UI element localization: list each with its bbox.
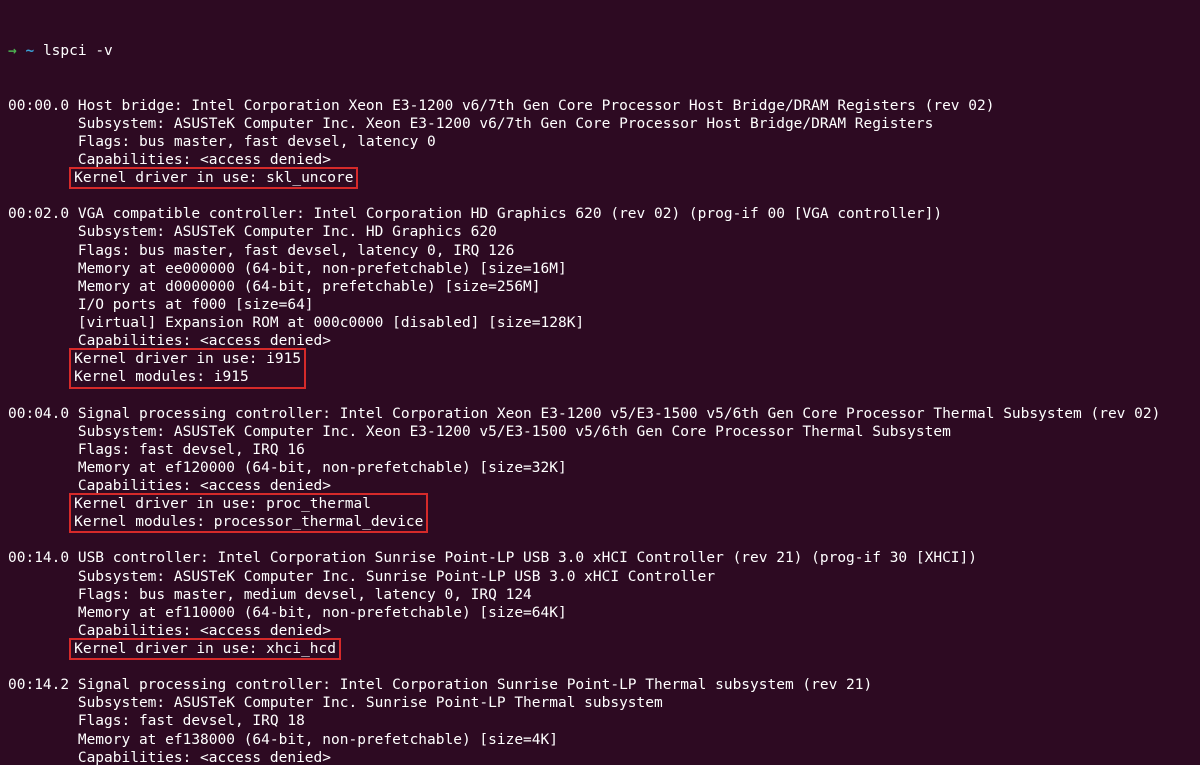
device-detail-line: Subsystem: ASUSTeK Computer Inc. HD Grap… — [8, 223, 1192, 241]
device-header: 00:02.0 VGA compatible controller: Intel… — [8, 205, 1192, 223]
highlight-line: Kernel driver in use: i915 — [74, 351, 301, 367]
blank-line — [8, 387, 1192, 405]
device-detail-line: Capabilities: <access denied> — [8, 749, 1192, 765]
device-detail-line: I/O ports at f000 [size=64] — [8, 296, 1192, 314]
blank-line — [8, 187, 1192, 205]
prompt-line[interactable]: → ~ lspci -v — [8, 42, 1192, 60]
command-text: lspci -v — [43, 43, 113, 59]
device-detail-line: [virtual] Expansion ROM at 000c0000 [dis… — [8, 314, 1192, 332]
highlight-line: Kernel driver in use: proc_thermal — [74, 496, 423, 512]
kernel-driver-highlight: Kernel driver in use: xhci_hcd — [69, 638, 341, 660]
lspci-output: 00:00.0 Host bridge: Intel Corporation X… — [8, 97, 1192, 765]
terminal-output: → ~ lspci -v 00:00.0 Host bridge: Intel … — [0, 0, 1200, 765]
device-detail-line: Memory at ee000000 (64-bit, non-prefetch… — [8, 260, 1192, 278]
device-detail-line: Flags: bus master, fast devsel, latency … — [8, 133, 1192, 151]
device-detail-line: Subsystem: ASUSTeK Computer Inc. Xeon E3… — [8, 423, 1192, 441]
highlight-wrapper: Kernel driver in use: xhci_hcd — [8, 640, 1192, 658]
kernel-driver-highlight: Kernel driver in use: proc_thermal Kerne… — [69, 493, 428, 533]
highlight-wrapper: Kernel driver in use: i915 Kernel modules… — [8, 350, 1192, 386]
device-detail-line: Flags: fast devsel, IRQ 16 — [8, 441, 1192, 459]
blank-line — [8, 658, 1192, 676]
kernel-driver-highlight: Kernel driver in use: i915 Kernel modules… — [69, 348, 306, 388]
device-detail-line: Flags: bus master, fast devsel, latency … — [8, 242, 1192, 260]
device-detail-line: Memory at ef110000 (64-bit, non-prefetch… — [8, 604, 1192, 622]
highlight-line: Kernel driver in use: xhci_hcd — [74, 641, 336, 657]
device-detail-line: Memory at d0000000 (64-bit, prefetchable… — [8, 278, 1192, 296]
highlight-line: Kernel modules: processor_thermal_device — [74, 514, 423, 530]
device-detail-line: Memory at ef120000 (64-bit, non-prefetch… — [8, 459, 1192, 477]
device-detail-line: Flags: bus master, medium devsel, latenc… — [8, 586, 1192, 604]
device-detail-line: Subsystem: ASUSTeK Computer Inc. Sunrise… — [8, 568, 1192, 586]
device-header: 00:14.0 USB controller: Intel Corporatio… — [8, 549, 1192, 567]
device-header: 00:04.0 Signal processing controller: In… — [8, 405, 1192, 423]
highlight-line: Kernel modules: i915 — [74, 369, 301, 385]
device-detail-line: Subsystem: ASUSTeK Computer Inc. Sunrise… — [8, 694, 1192, 712]
highlight-wrapper: Kernel driver in use: skl_uncore — [8, 169, 1192, 187]
kernel-driver-highlight: Kernel driver in use: skl_uncore — [69, 167, 358, 189]
device-detail-line: Memory at ef138000 (64-bit, non-prefetch… — [8, 731, 1192, 749]
device-header: 00:14.2 Signal processing controller: In… — [8, 676, 1192, 694]
prompt-path: ~ — [17, 43, 43, 59]
device-detail-line: Flags: fast devsel, IRQ 18 — [8, 712, 1192, 730]
highlight-line: Kernel driver in use: skl_uncore — [74, 170, 353, 186]
device-header: 00:00.0 Host bridge: Intel Corporation X… — [8, 97, 1192, 115]
highlight-wrapper: Kernel driver in use: proc_thermal Kerne… — [8, 495, 1192, 531]
device-detail-line: Subsystem: ASUSTeK Computer Inc. Xeon E3… — [8, 115, 1192, 133]
blank-line — [8, 531, 1192, 549]
prompt-arrow-icon: → — [8, 43, 17, 59]
